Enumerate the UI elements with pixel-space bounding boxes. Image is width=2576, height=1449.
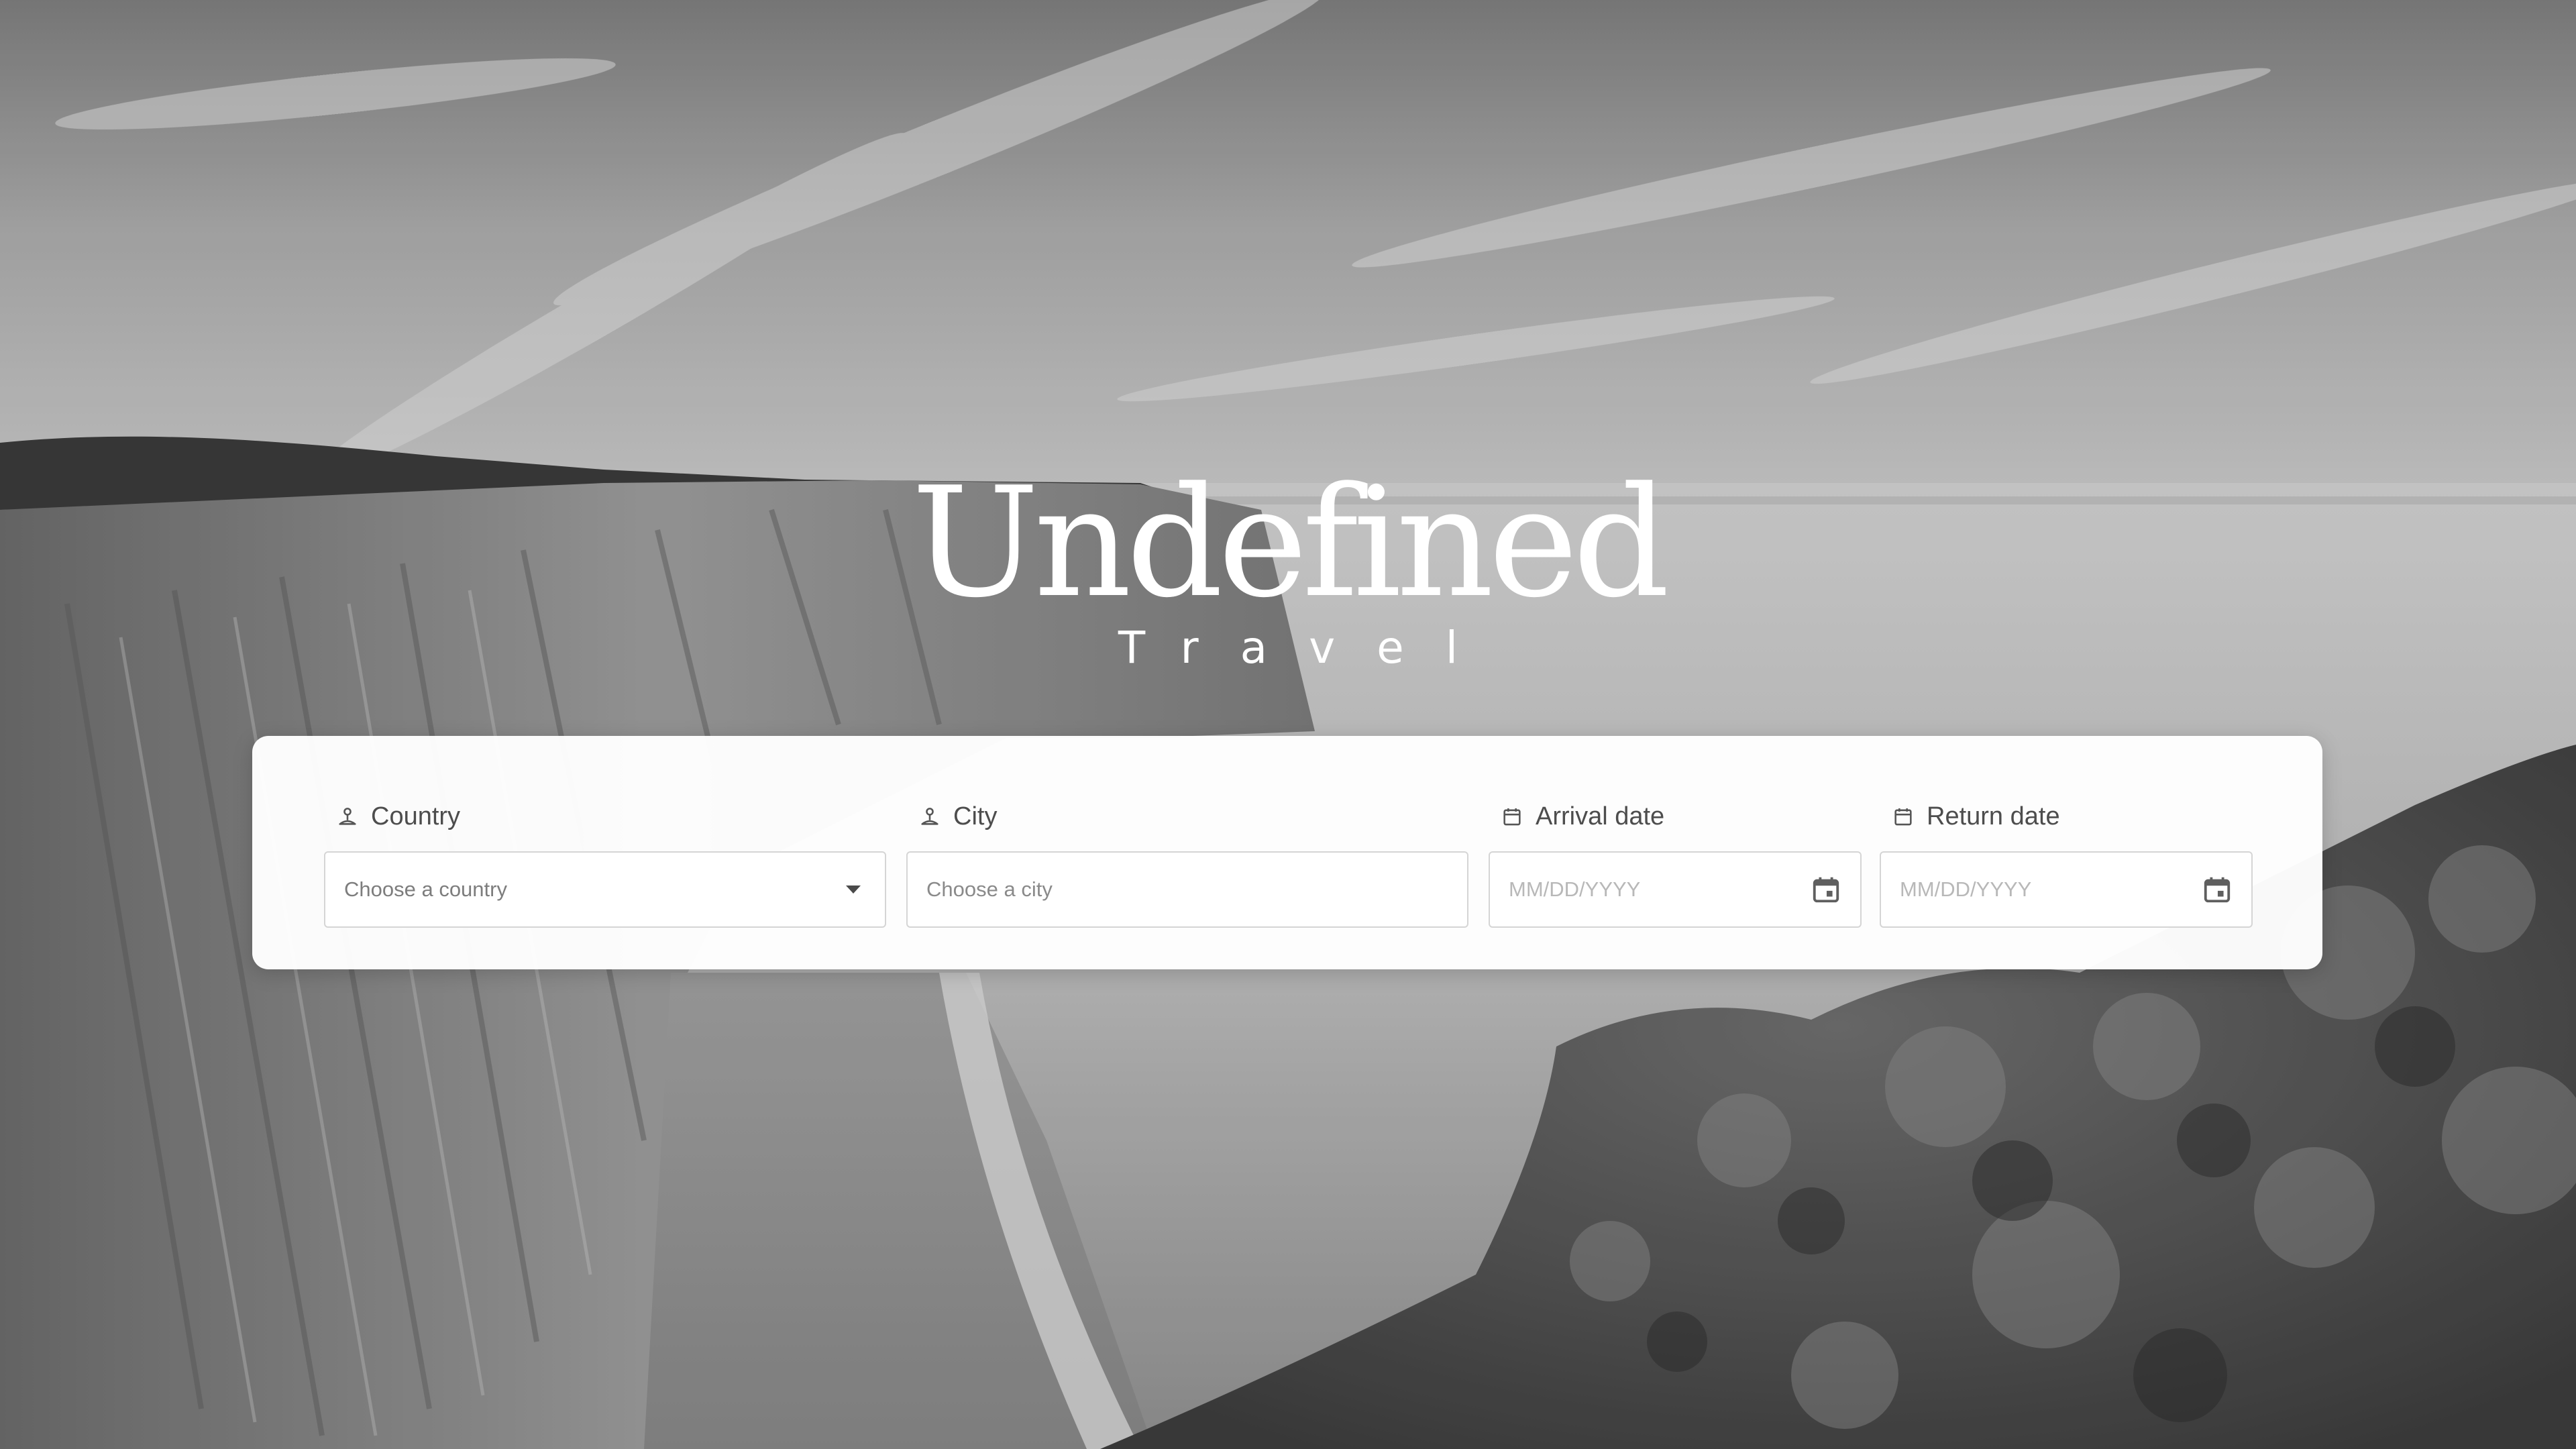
brand-subtitle: Travel: [1118, 622, 1500, 674]
country-select-value: Choose a country: [344, 877, 507, 901]
arrival-date-input[interactable]: [1509, 853, 1811, 926]
arrival-date-box: [1489, 851, 1862, 928]
calendar-icon: [1503, 808, 1521, 826]
arrival-date-label: Arrival date: [1489, 796, 1862, 837]
chevron-down-icon[interactable]: [846, 885, 861, 894]
city-label: City: [906, 796, 1468, 837]
background-photo: [0, 0, 2576, 1449]
return-date-box: [1880, 851, 2253, 928]
calendar-icon[interactable]: [1811, 874, 1841, 905]
country-label-text: Country: [371, 802, 461, 830]
city-label-text: City: [953, 802, 998, 830]
country-label: Country: [324, 796, 886, 837]
brand-logo: Undefined Travel: [0, 463, 2576, 675]
return-date-input[interactable]: [1900, 853, 2202, 926]
hero: Undefined Travel Country Choose a countr…: [0, 0, 2576, 1449]
city-field: City: [906, 796, 1468, 928]
search-card: Country Choose a country City Choose a c…: [252, 736, 2322, 969]
return-date-label-text: Return date: [1927, 802, 2060, 830]
brand-title: Undefined: [911, 455, 1670, 631]
city-input[interactable]: [926, 853, 1448, 926]
return-date-label: Return date: [1880, 796, 2253, 837]
city-input-box: [906, 851, 1468, 928]
country-field: Country Choose a country: [324, 796, 886, 928]
calendar-icon[interactable]: [2202, 874, 2233, 905]
country-select[interactable]: Choose a country: [324, 851, 886, 928]
person-pin-icon: [339, 808, 356, 825]
arrival-date-label-text: Arrival date: [1536, 802, 1665, 830]
person-pin-icon: [921, 808, 938, 825]
arrival-date-field: Arrival date: [1489, 796, 1862, 928]
calendar-icon: [1894, 808, 1912, 826]
return-date-field: Return date: [1880, 796, 2253, 928]
